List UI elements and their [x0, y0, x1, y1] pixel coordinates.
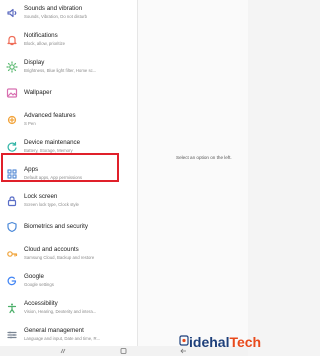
settings-item-subtitle: Screen lock type, Clock style [24, 201, 79, 207]
settings-item-lock-screen[interactable]: Lock screen Screen lock type, Clock style [0, 190, 138, 216]
settings-item-accessibility[interactable]: Accessibility Vision, Hearing, Dexterity … [0, 297, 138, 323]
sliders-icon [6, 329, 18, 341]
settings-item-subtitle: S Pen [24, 121, 36, 127]
home-icon[interactable] [120, 348, 127, 354]
settings-item-title: Lock screen [24, 192, 58, 200]
speaker-icon [6, 7, 18, 19]
settings-item-subtitle: Sounds, Vibration, Do not disturb [24, 14, 87, 19]
settings-item-title: Device maintenance [24, 139, 81, 146]
settings-item-title: Biometrics and security [24, 223, 88, 231]
gear-plus-icon [6, 114, 18, 126]
settings-item-title: Display [24, 58, 45, 66]
watermark-text-a: idehal [189, 334, 230, 350]
settings-item-title: Cloud and accounts [24, 246, 79, 254]
settings-item-title: General management [24, 326, 84, 334]
detail-placeholder: Select an option on the left. [176, 155, 232, 160]
settings-item-subtitle: Google settings [24, 282, 54, 287]
refresh-icon [6, 141, 18, 153]
settings-item-title: Notifications [24, 31, 58, 39]
settings-item-subtitle: Samsung Cloud, Backup and restore [24, 255, 95, 261]
settings-item-subtitle: Brightness, Blue light filter, Home sc..… [24, 67, 97, 73]
settings-item-wallpaper[interactable]: Wallpaper [0, 82, 138, 108]
settings-item-title: Sounds and vibration [24, 5, 83, 12]
image-icon [6, 87, 18, 99]
bell-icon [6, 34, 18, 46]
settings-item-biometrics-and-security[interactable]: Biometrics and security [0, 216, 138, 242]
shield-icon [6, 221, 18, 233]
settings-item-title: Accessibility [24, 299, 58, 307]
settings-item-display[interactable]: Display Brightness, Blue light filter, Ho… [0, 56, 138, 82]
settings-item-cloud-and-accounts[interactable]: Cloud and accounts Samsung Cloud, Backup … [0, 243, 138, 269]
google-icon [6, 275, 18, 287]
apps-highlight-box [1, 153, 119, 182]
back-icon[interactable] [180, 348, 187, 354]
accessibility-icon [6, 302, 18, 314]
settings-screen: Sounds and vibration Sounds, Vibration, D… [0, 0, 248, 346]
settings-item-subtitle: Vision, Hearing, Dexterity and intera... [24, 308, 97, 314]
settings-item-title: Google [24, 273, 44, 280]
recents-icon[interactable] [60, 348, 67, 354]
settings-item-sounds-and-vibration[interactable]: Sounds and vibration Sounds, Vibration, D… [0, 2, 138, 28]
watermark-text-b: Tech [229, 334, 262, 350]
watermark: idehalTech [189, 334, 261, 350]
settings-item-google[interactable]: Google Google settings [0, 270, 138, 296]
settings-item-title: Wallpaper [24, 89, 52, 97]
sun-icon [6, 60, 18, 73]
settings-item-subtitle: Language and input, Date and time, R... [24, 335, 101, 341]
lock-icon [6, 195, 18, 207]
key-icon [6, 248, 18, 260]
settings-item-advanced-features[interactable]: Advanced features S Pen [0, 109, 138, 135]
settings-item-notifications[interactable]: Notifications Block, allow, prioritize [0, 29, 138, 55]
settings-item-title: Advanced features [24, 112, 76, 120]
settings-item-subtitle: Block, allow, prioritize [24, 40, 66, 46]
